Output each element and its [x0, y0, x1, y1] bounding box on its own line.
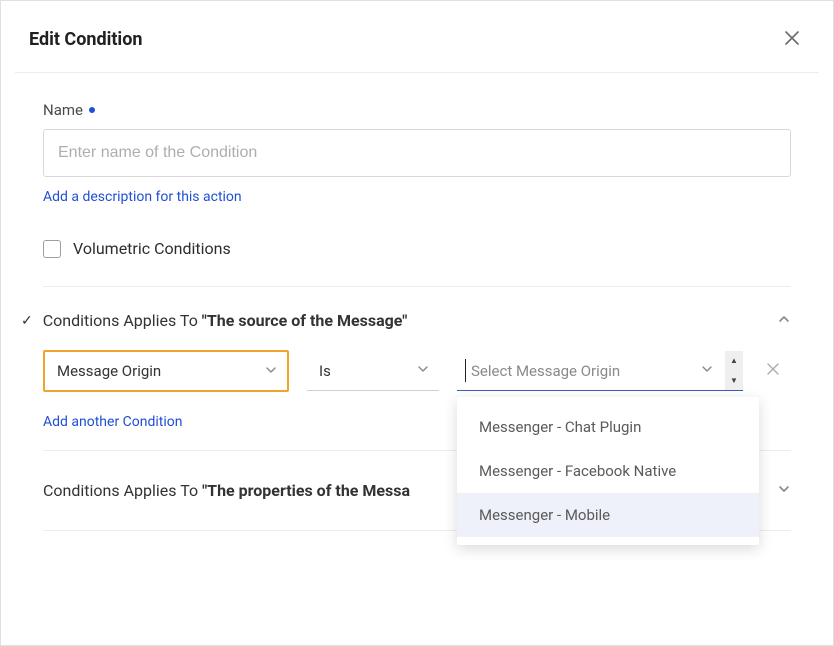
chevron-up-icon — [777, 312, 791, 330]
value-wrapper: Select Message Origin ▲ ▼ Messenger - Ch… — [457, 351, 743, 391]
volumetric-row: Volumetric Conditions — [43, 239, 791, 287]
dropdown-option[interactable]: Messenger - Facebook Native — [457, 449, 759, 493]
dialog-title: Edit Condition — [29, 29, 142, 50]
section-prefix: Conditions Applies To — [43, 311, 202, 330]
attribute-value: Message Origin — [57, 362, 161, 380]
dialog-header: Edit Condition — [15, 15, 819, 73]
operator-value: Is — [319, 362, 331, 380]
spinner-control: ▲ ▼ — [725, 351, 743, 390]
section-prefix: Conditions Applies To — [43, 481, 202, 500]
text-cursor-icon — [465, 359, 466, 382]
condition-row: Message Origin Is — [43, 350, 791, 392]
spin-up-button[interactable]: ▲ — [725, 351, 743, 371]
name-label-text: Name — [43, 101, 83, 119]
attribute-select[interactable]: Message Origin — [43, 350, 289, 392]
chevron-down-icon — [777, 482, 791, 500]
name-label: Name — [43, 101, 791, 119]
chevron-down-icon — [265, 364, 277, 379]
value-dropdown-menu: Messenger - Chat Plugin Messenger - Face… — [457, 397, 759, 545]
close-button[interactable] — [779, 25, 805, 54]
value-select[interactable]: Select Message Origin ▲ ▼ — [457, 351, 743, 391]
chevron-down-icon — [701, 363, 713, 378]
remove-condition-button[interactable] — [765, 361, 781, 382]
section-quoted: "The properties of the Messa — [202, 481, 410, 500]
volumetric-label: Volumetric Conditions — [73, 239, 231, 258]
check-icon: ✓ — [21, 313, 33, 329]
edit-condition-dialog: Edit Condition Name Add a description fo… — [0, 0, 834, 646]
condition-name-input[interactable] — [43, 129, 791, 177]
dropdown-option[interactable]: Messenger - Mobile — [457, 493, 759, 537]
volumetric-checkbox[interactable] — [43, 240, 61, 258]
section-source-header[interactable]: ✓ Conditions Applies To "The source of t… — [43, 311, 791, 330]
spin-down-button[interactable]: ▼ — [725, 371, 743, 391]
dropdown-option[interactable]: Messenger - Chat Plugin — [457, 405, 759, 449]
value-placeholder: Select Message Origin — [471, 362, 620, 380]
operator-select[interactable]: Is — [307, 351, 439, 391]
section-quoted: "The source of the Message" — [202, 311, 408, 330]
section-source: ✓ Conditions Applies To "The source of t… — [43, 287, 791, 451]
required-indicator-icon — [89, 107, 95, 113]
add-description-link[interactable]: Add a description for this action — [43, 189, 242, 205]
section-source-title: Conditions Applies To "The source of the… — [43, 311, 408, 330]
section-properties-title: Conditions Applies To "The properties of… — [43, 481, 410, 500]
chevron-down-icon — [417, 363, 429, 378]
add-another-condition-link[interactable]: Add another Condition — [43, 414, 183, 430]
